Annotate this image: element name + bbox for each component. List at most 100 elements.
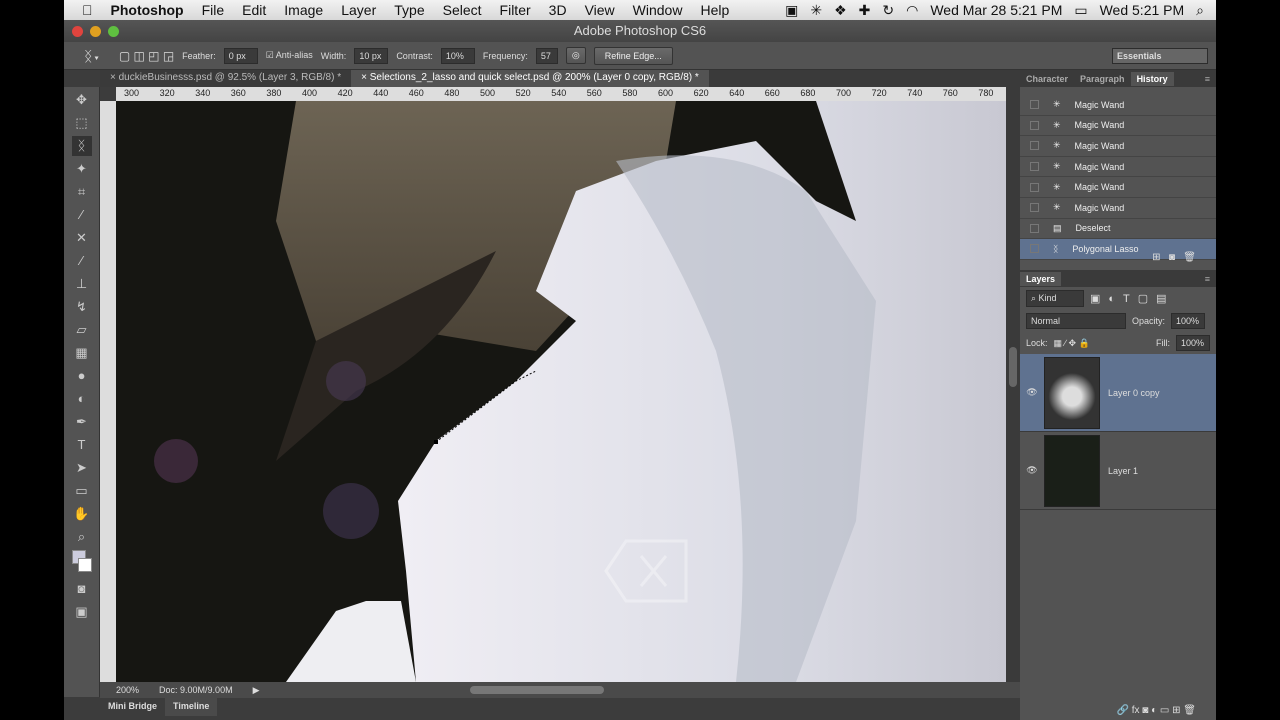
dodge-tool-icon[interactable]: ◐ <box>72 389 92 409</box>
tab-timeline[interactable]: Timeline <box>165 698 218 716</box>
move-tool-icon[interactable]: ✥ <box>72 90 92 110</box>
snapshot-source-box[interactable] <box>1030 141 1039 151</box>
panel-menu-icon[interactable]: ≡ <box>1199 72 1216 86</box>
history-item[interactable]: ✳ Magic Wand <box>1020 198 1216 219</box>
eraser-tool-icon[interactable]: ▱ <box>72 320 92 340</box>
trash-icon[interactable]: 🗑 <box>1183 252 1196 263</box>
menu-filter[interactable]: Filter <box>500 2 531 18</box>
tab-layers[interactable]: Layers <box>1020 271 1062 286</box>
kind-filter[interactable]: ⌕ Kind <box>1026 290 1084 307</box>
tab-history[interactable]: History <box>1130 71 1174 86</box>
camera-icon[interactable]: ▣ <box>785 2 798 19</box>
snapshot-source-box[interactable] <box>1030 223 1039 233</box>
history-item[interactable]: ✳ Magic Wand <box>1020 116 1216 137</box>
shape-tool-icon[interactable]: ▭ <box>72 481 92 501</box>
layer-row[interactable]: 👁 Layer 0 copy <box>1020 354 1216 432</box>
tab-duckie[interactable]: × duckieBusinesss.psd @ 92.5% (Layer 3, … <box>100 70 351 87</box>
lasso-tool-icon[interactable]: ᛝ <box>71 136 92 156</box>
menu-select[interactable]: Select <box>443 2 482 18</box>
sync-icon[interactable]: ↻ <box>882 2 894 19</box>
layers-menu-icon[interactable]: ≡ <box>1199 272 1216 286</box>
frequency-input[interactable]: 57 <box>535 47 558 64</box>
menu-app[interactable]: Photoshop <box>111 2 184 18</box>
tab-paragraph[interactable]: Paragraph <box>1074 72 1131 86</box>
menu-help[interactable]: Help <box>700 2 729 18</box>
eyedropper-tool-icon[interactable]: ∕ <box>72 205 92 225</box>
hand-tool-icon[interactable]: ✋ <box>72 504 92 524</box>
lock-icons[interactable]: ▦ ∕ ✥ 🔒 <box>1054 338 1090 349</box>
tab-selections[interactable]: × Selections_2_lasso and quick select.ps… <box>351 70 709 87</box>
antialias-checkbox[interactable]: ☑ Anti-alias <box>266 50 313 61</box>
menu-view[interactable]: View <box>585 2 615 18</box>
refine-edge-button[interactable]: Refine Edge... <box>593 46 673 65</box>
fill-input[interactable]: 100% <box>1176 335 1210 351</box>
contrast-input[interactable]: 10% <box>440 47 475 64</box>
search-icon[interactable]: ⌕ <box>1196 2 1204 19</box>
history-item[interactable]: ✳ Magic Wand <box>1020 157 1216 178</box>
blur-tool-icon[interactable]: ● <box>72 366 92 386</box>
path-select-tool-icon[interactable]: ➤ <box>72 458 92 478</box>
brush-tool-icon[interactable]: ⁄ <box>72 251 92 271</box>
horizontal-scrollbar[interactable] <box>469 686 604 694</box>
history-item[interactable]: ✳ Magic Wand <box>1020 177 1216 198</box>
eye-icon[interactable]: 👁 <box>1020 387 1044 398</box>
zoom-tool-icon[interactable]: ⌕ <box>72 527 92 547</box>
canvas[interactable] <box>116 101 1006 682</box>
snapshot-source-box[interactable] <box>1030 100 1039 110</box>
gradient-tool-icon[interactable]: ▦ <box>72 343 92 363</box>
new-document-icon[interactable]: ⊞ <box>1152 252 1160 263</box>
layer-row[interactable]: 👁 Layer 1 <box>1020 432 1216 510</box>
snapshot-source-box[interactable] <box>1030 244 1039 254</box>
selection-mode-icons[interactable]: ▢ ◫ ◰ ◲ <box>119 49 174 63</box>
doc-size[interactable]: Doc: 9.00M/9.00M <box>159 685 233 695</box>
history-item[interactable]: ▤ Deselect <box>1020 219 1216 240</box>
brightness-icon[interactable]: ✳ <box>810 2 822 19</box>
apple-icon[interactable]:  <box>82 2 93 18</box>
snapshot-source-box[interactable] <box>1030 203 1039 213</box>
blend-mode-select[interactable]: Normal <box>1026 313 1126 329</box>
tablet-pressure-icon[interactable]: ◎ <box>565 47 586 64</box>
plus-icon[interactable]: ✚ <box>859 2 871 19</box>
menu-file[interactable]: File <box>202 2 225 18</box>
wifi-icon[interactable]: ◠ <box>906 2 918 19</box>
opacity-input[interactable]: 100% <box>1171 313 1206 329</box>
snapshot-source-box[interactable] <box>1030 182 1039 192</box>
zoom-button[interactable] <box>108 26 119 37</box>
pen-tool-icon[interactable]: ✒ <box>72 412 92 432</box>
layer-actions[interactable]: 🔗 fx ◙ ◐ ▭ ⊞ 🗑 <box>1116 705 1196 716</box>
battery-icon[interactable]: ▭ <box>1074 2 1087 19</box>
menu-edit[interactable]: Edit <box>242 2 266 18</box>
dropbox-icon[interactable]: ❖ <box>834 2 847 19</box>
menu-window[interactable]: Window <box>633 2 683 18</box>
minimize-button[interactable] <box>90 26 101 37</box>
healing-tool-icon[interactable]: ✕ <box>72 228 92 248</box>
menu-3d[interactable]: 3D <box>549 2 567 18</box>
quick-mask-icon[interactable]: ◙ <box>72 579 92 599</box>
history-brush-icon[interactable]: ↯ <box>72 297 92 317</box>
clock[interactable]: Wed Mar 28 5:21 PM <box>930 2 1062 18</box>
snapshot-source-box[interactable] <box>1030 120 1039 130</box>
filter-icons[interactable]: ▣◐T▢▤ <box>1090 292 1175 305</box>
crop-tool-icon[interactable]: ⌗ <box>72 182 92 202</box>
tab-character[interactable]: Character <box>1020 72 1074 86</box>
clock-short[interactable]: Wed 5:21 PM <box>1100 2 1185 18</box>
zoom-level[interactable]: 200% <box>116 685 139 695</box>
quick-select-tool-icon[interactable]: ✦ <box>72 159 92 179</box>
width-input[interactable]: 10 px <box>354 47 389 64</box>
snapshot-source-box[interactable] <box>1030 162 1039 172</box>
eye-icon[interactable]: 👁 <box>1020 465 1044 476</box>
lasso-preset-icon[interactable]: ᛝ▾ <box>84 48 101 64</box>
stamp-tool-icon[interactable]: ⊥ <box>72 274 92 294</box>
menu-type[interactable]: Type <box>394 2 424 18</box>
tab-mini-bridge[interactable]: Mini Bridge <box>100 698 165 716</box>
feather-input[interactable]: 0 px <box>223 47 258 64</box>
history-item[interactable]: ✳ Magic Wand <box>1020 136 1216 157</box>
status-menu-icon[interactable]: ▶ <box>253 685 260 696</box>
workspace-select[interactable]: Essentials <box>1112 47 1208 64</box>
marquee-tool-icon[interactable]: ⬚ <box>72 113 92 133</box>
color-swatches[interactable] <box>71 550 92 576</box>
snapshot-icon[interactable]: ◙ <box>1169 252 1175 263</box>
screen-mode-icon[interactable]: ▣ <box>72 602 92 622</box>
history-item[interactable]: ✳ Magic Wand <box>1020 95 1216 116</box>
close-button[interactable] <box>72 26 83 37</box>
